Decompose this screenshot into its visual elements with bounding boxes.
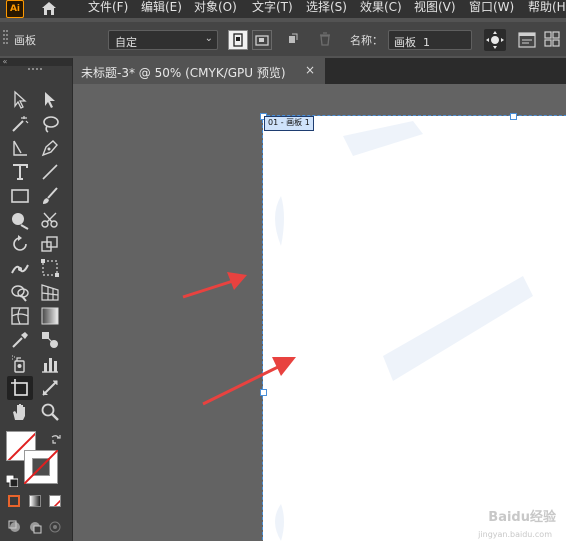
- color-mode-button[interactable]: [8, 495, 20, 507]
- menu-bar: Ai 文件(F) 编辑(E) 对象(O) 文字(T) 选择(S) 效果(C) 视…: [0, 0, 566, 18]
- type-tool-icon[interactable]: [9, 161, 31, 183]
- move-artwork-button[interactable]: [484, 29, 506, 51]
- menu-object[interactable]: 对象(O): [194, 0, 237, 14]
- shaper-tool-icon[interactable]: [9, 209, 31, 231]
- zoom-tool-icon[interactable]: [39, 401, 61, 423]
- mesh-tool-icon[interactable]: [9, 305, 31, 327]
- move-artwork-icon: [486, 31, 504, 49]
- artboard-tool-icon[interactable]: [7, 376, 33, 400]
- menu-window[interactable]: 窗口(W): [469, 0, 514, 14]
- magic-wand-tool-icon[interactable]: [9, 113, 31, 135]
- chevron-down-icon: ⌄: [204, 33, 213, 44]
- menu-view[interactable]: 视图(V): [414, 0, 456, 14]
- width-tool-icon[interactable]: [9, 257, 31, 279]
- stroke-swatch[interactable]: [24, 450, 58, 484]
- artboard-name-value: 画板 1: [394, 36, 430, 49]
- artboard-name-input[interactable]: 画板 1: [388, 30, 472, 50]
- paintbrush-tool-icon[interactable]: [39, 185, 61, 207]
- panel-collapse-icon[interactable]: «: [0, 58, 72, 66]
- rectangle-tool-icon[interactable]: [9, 185, 31, 207]
- none-stroke-icon: [24, 450, 58, 484]
- menu-type[interactable]: 文字(T): [252, 0, 293, 14]
- panel-grip-icon[interactable]: [28, 68, 44, 72]
- rearrange-artboards-icon: [544, 31, 560, 47]
- annotation-arrow-2: [202, 357, 296, 406]
- rearrange-artboards-button[interactable]: [543, 30, 563, 50]
- annotation-arrow-1: [182, 272, 247, 299]
- trash-icon: [320, 32, 330, 46]
- preset-value: 自定: [115, 36, 137, 49]
- new-artboard-button[interactable]: [284, 30, 304, 50]
- menu-help[interactable]: 帮助(H): [528, 0, 566, 14]
- artboard-options-button[interactable]: [517, 30, 537, 50]
- preset-select[interactable]: 自定 ⌄: [108, 30, 218, 50]
- hand-tool-icon[interactable]: [9, 401, 31, 423]
- document-tab-title: 未标题-3* @ 50% (CMYK/GPU 预览): [81, 66, 286, 80]
- default-colors-icon[interactable]: [5, 472, 19, 488]
- draw-inside-icon[interactable]: [48, 519, 62, 533]
- tools-panel: «: [0, 58, 73, 541]
- rotate-tool-icon[interactable]: [9, 233, 31, 255]
- shape-builder-tool-icon[interactable]: [9, 281, 31, 303]
- curvature-tool-icon[interactable]: [9, 137, 31, 159]
- grip-icon[interactable]: [3, 30, 9, 48]
- draw-normal-icon[interactable]: [8, 519, 22, 533]
- gradient-tool-icon[interactable]: [39, 305, 61, 327]
- draw-behind-icon[interactable]: [28, 519, 42, 534]
- portrait-button[interactable]: [228, 30, 248, 50]
- scale-tool-icon[interactable]: [39, 233, 61, 255]
- menu-edit[interactable]: 编辑(E): [141, 0, 182, 14]
- gradient-mode-button[interactable]: [29, 495, 41, 507]
- document-tab-bar: 未标题-3* @ 50% (CMYK/GPU 预览) ×: [73, 58, 566, 84]
- selection-tool-icon[interactable]: [9, 89, 31, 111]
- blend-tool-icon[interactable]: [39, 329, 61, 351]
- eyedropper-tool-icon[interactable]: [9, 329, 31, 351]
- column-graph-tool-icon[interactable]: [39, 353, 61, 375]
- annotation-arrows: [182, 272, 296, 406]
- free-transform-tool-icon[interactable]: [39, 257, 61, 279]
- perspective-grid-tool-icon[interactable]: [39, 281, 61, 303]
- menu-select[interactable]: 选择(S): [306, 0, 347, 14]
- landscape-button[interactable]: [252, 30, 272, 50]
- menu-effect[interactable]: 效果(C): [360, 0, 402, 14]
- canvas-area[interactable]: 01 - 画板 1 Baidu经验 jingyan.baidu.com: [73, 84, 566, 541]
- scissors-tool-icon[interactable]: [39, 209, 61, 231]
- delete-artboard-button[interactable]: [316, 30, 336, 50]
- watermark-logo: Baidu经验: [488, 510, 556, 525]
- new-artboard-icon: [289, 33, 298, 43]
- home-icon[interactable]: [40, 0, 58, 16]
- name-label: 名称：: [350, 34, 383, 47]
- none-mode-button[interactable]: [49, 495, 61, 507]
- app-logo: Ai: [6, 0, 24, 18]
- slice-tool-icon[interactable]: [39, 377, 61, 399]
- menu-file[interactable]: 文件(F): [88, 0, 128, 14]
- document-tab[interactable]: 未标题-3* @ 50% (CMYK/GPU 预览) ×: [73, 58, 325, 84]
- line-tool-icon[interactable]: [39, 161, 61, 183]
- lasso-tool-icon[interactable]: [39, 113, 61, 135]
- watermark-url: jingyan.baidu.com: [478, 530, 552, 539]
- artboard-mode-label: 画板: [14, 34, 36, 47]
- pen-tool-icon[interactable]: [39, 137, 61, 159]
- close-icon[interactable]: ×: [305, 63, 315, 77]
- swap-fill-stroke-icon[interactable]: [50, 430, 62, 444]
- direct-selection-tool-icon[interactable]: [39, 89, 61, 111]
- artboard-options-icon: [518, 32, 536, 48]
- control-bar: 画板 自定 ⌄ 名称： 画板 1: [0, 22, 566, 56]
- landscape-icon: [255, 35, 269, 46]
- portrait-icon: [233, 33, 243, 47]
- symbol-sprayer-tool-icon[interactable]: [9, 353, 31, 375]
